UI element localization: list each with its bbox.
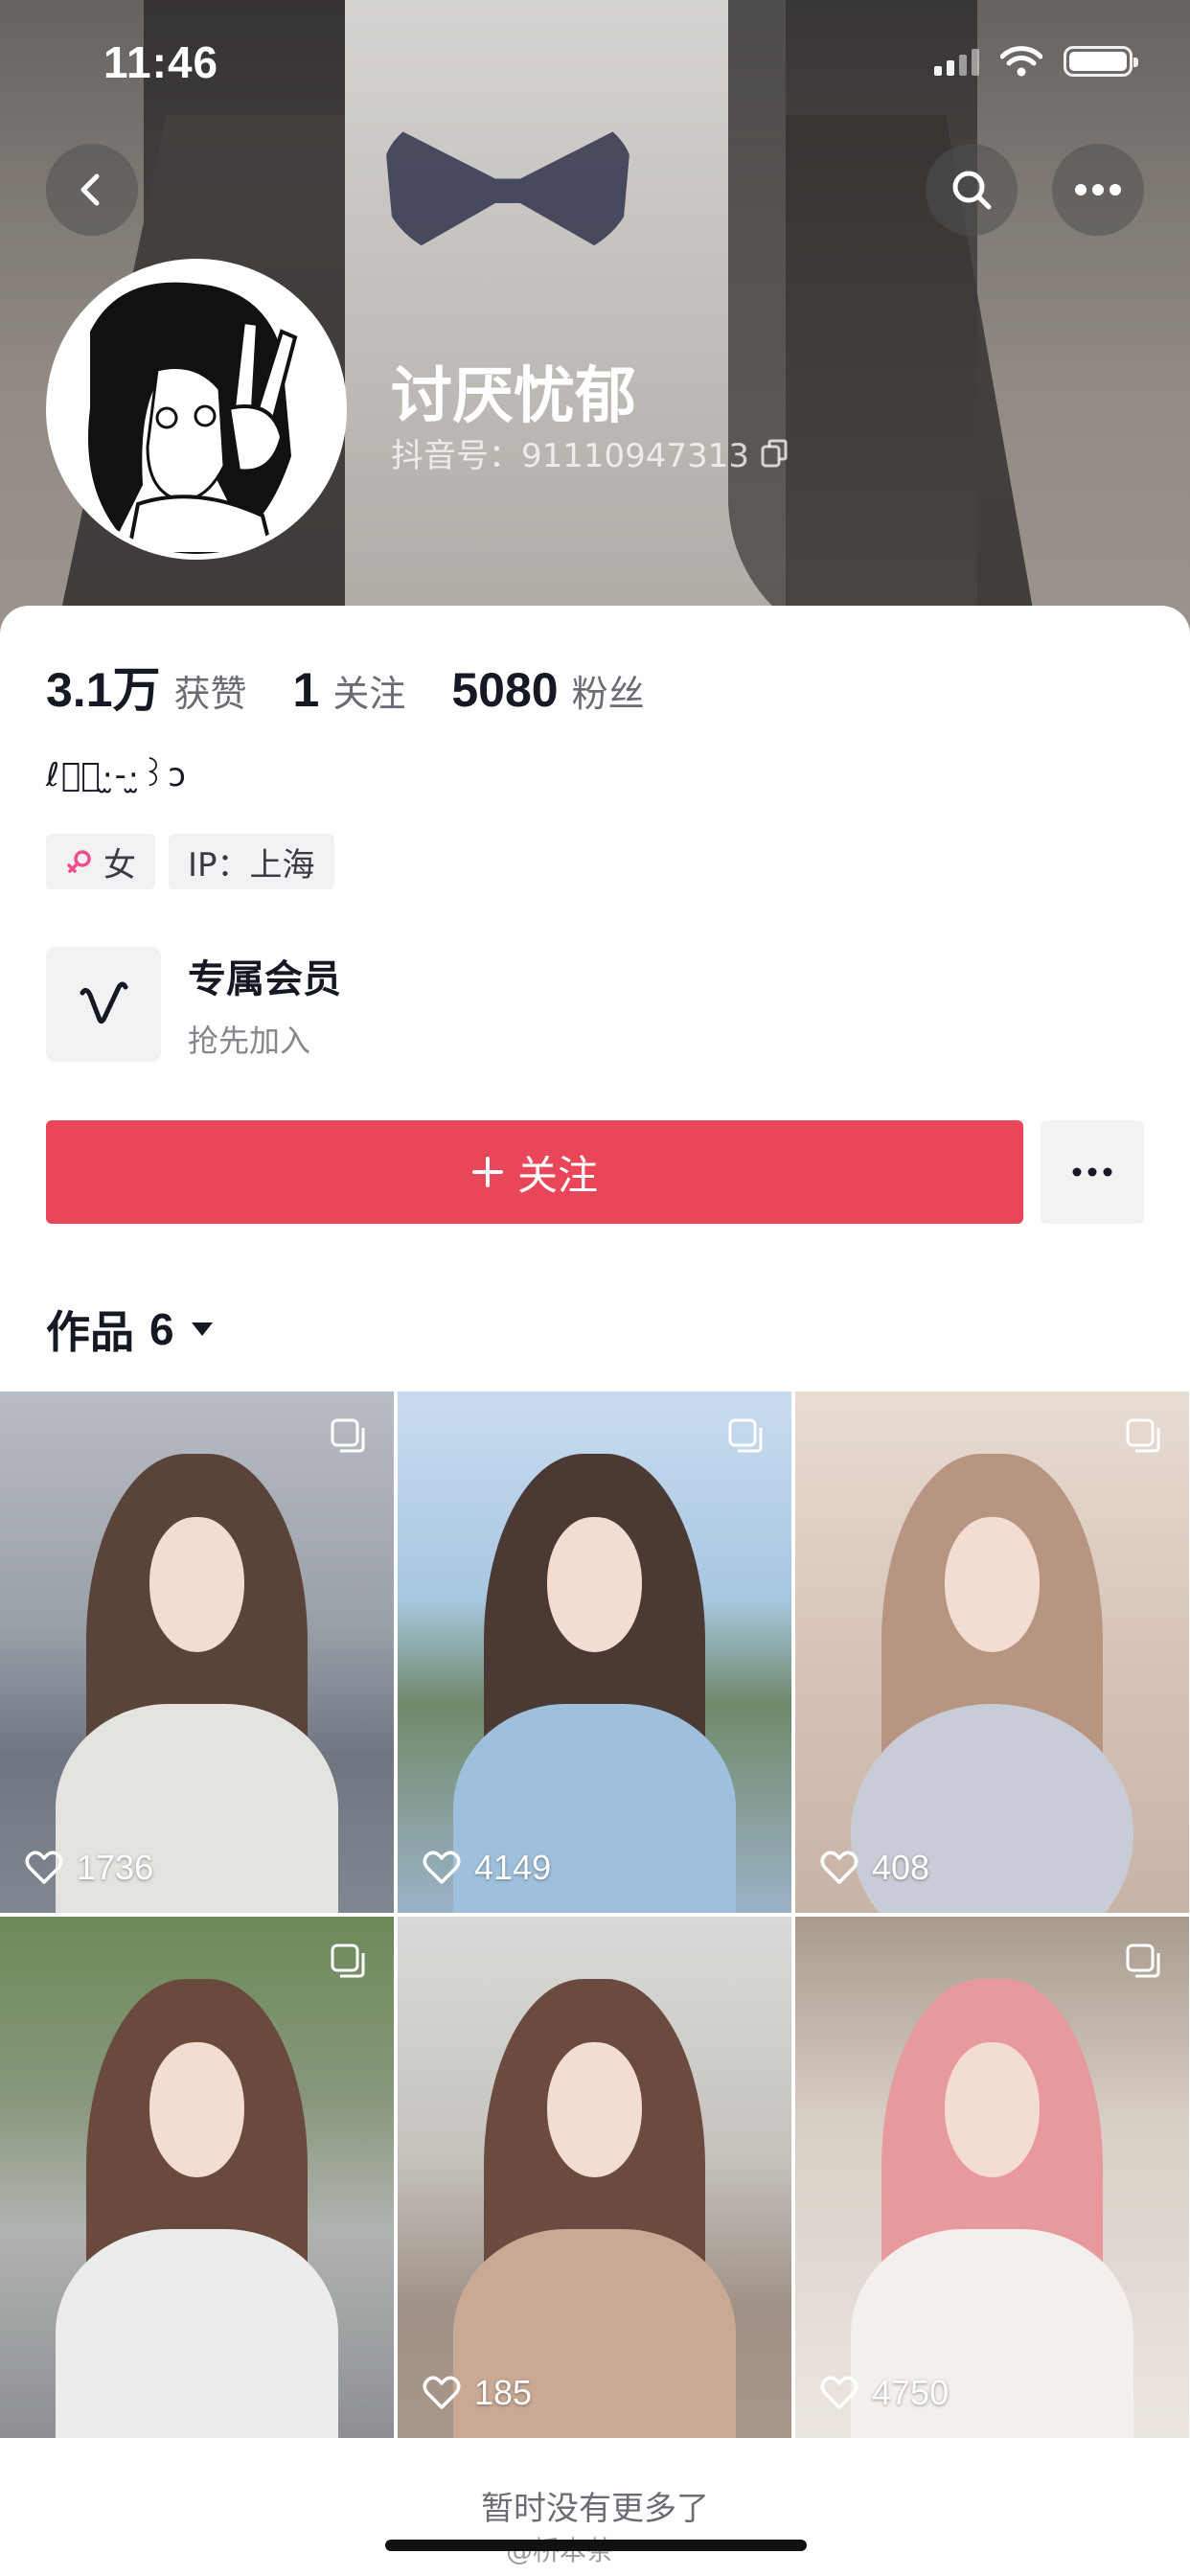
avatar-image [52, 264, 341, 554]
heart-icon [423, 1851, 461, 1884]
multi-image-icon [1126, 1418, 1160, 1453]
signal-icon [934, 47, 979, 76]
chevron-left-icon [80, 173, 100, 206]
back-button[interactable] [46, 144, 138, 236]
work-item[interactable]: 408 [795, 1392, 1189, 1913]
stat-likes[interactable]: 3.1万 获赞 [46, 652, 247, 721]
multi-image-icon [728, 1418, 763, 1453]
stat-followers[interactable]: 5080 粉丝 [451, 662, 644, 718]
douyin-id-text: 抖音号：91110947313 [391, 437, 749, 475]
like-count-value: 408 [872, 1848, 930, 1887]
like-count-value: 4149 [474, 1848, 552, 1887]
follow-label: 关注 [516, 1151, 598, 1199]
wifi-icon [1000, 46, 1042, 77]
works-grid: 1736 4149 408 185 4750 [0, 1392, 1190, 2438]
like-count-value: 185 [474, 2373, 533, 2412]
gender-tag: 女 [46, 834, 155, 889]
tab-works[interactable]: 作品 6 [46, 1298, 215, 1361]
status-icons [934, 46, 1138, 77]
follow-button[interactable]: 关注 [46, 1120, 1023, 1224]
membership-icon [46, 947, 161, 1062]
like-count-value: 4750 [872, 2373, 950, 2412]
battery-icon [1064, 46, 1138, 77]
membership-title: 专属会员 [188, 957, 341, 1001]
more-actions-button[interactable] [1041, 1120, 1144, 1224]
douyin-id[interactable]: 抖音号：91110947313 [391, 429, 788, 476]
multi-image-icon [331, 1944, 365, 1978]
more-horizontal-icon [1075, 184, 1121, 196]
status-time: 11:46 [103, 37, 219, 87]
female-icon [67, 850, 91, 873]
like-count-value: 1736 [77, 1848, 154, 1887]
search-icon [952, 171, 992, 210]
multi-image-icon [331, 1418, 365, 1453]
more-horizontal-icon [1072, 1167, 1112, 1177]
like-count: 1736 [25, 1848, 153, 1888]
work-item[interactable]: 1736 [0, 1392, 394, 1913]
like-count: 408 [820, 1848, 929, 1888]
ip-location-tag: IP：上海 [169, 834, 334, 889]
membership-subtitle: 抢先加入 [188, 1023, 311, 1059]
works-tab-label: 作品 [46, 1306, 134, 1358]
heart-icon [820, 2376, 858, 2409]
work-item[interactable]: 4750 [795, 1917, 1189, 2438]
profile-tags: 女 IP：上海 [46, 834, 334, 889]
ip-location-label: IP：上海 [188, 845, 315, 885]
stat-label: 获赞 [173, 673, 247, 715]
stat-value: 1 [292, 663, 320, 717]
like-count: 4149 [423, 1848, 551, 1888]
heart-icon [25, 1851, 63, 1884]
membership-entry[interactable]: 专属会员 抢先加入 [46, 947, 341, 1062]
heart-icon [820, 1851, 858, 1884]
caret-down-icon [191, 1322, 213, 1336]
stat-label: 粉丝 [571, 673, 645, 715]
profile-name: 讨厌忧郁 [391, 361, 636, 432]
work-item[interactable]: 4149 [398, 1392, 791, 1913]
multi-image-icon [1126, 1944, 1160, 1978]
profile-bio: ℓ꒰ͬ·̫-·̫꒱ɔ [46, 756, 188, 794]
stats-row: 3.1万 获赞 1 关注 5080 粉丝 [46, 652, 691, 721]
like-count: 4750 [820, 2373, 949, 2413]
home-indicator[interactable] [385, 2540, 807, 2551]
work-item[interactable] [0, 1917, 394, 2438]
like-count: 185 [423, 2373, 532, 2413]
works-count: 6 [149, 1304, 174, 1354]
search-button[interactable] [926, 144, 1018, 236]
stat-label: 关注 [332, 673, 406, 715]
copy-icon[interactable] [761, 439, 788, 468]
stat-value: 3.1万 [46, 663, 161, 717]
stat-following[interactable]: 1 关注 [293, 662, 406, 718]
heart-icon [423, 2376, 461, 2409]
plus-icon [471, 1157, 503, 1187]
gender-label: 女 [103, 845, 136, 885]
more-options-button[interactable] [1052, 144, 1144, 236]
end-of-list-note: 暂时没有更多了 [481, 2490, 709, 2528]
v-logo-icon [80, 981, 128, 1024]
stat-value: 5080 [451, 663, 559, 717]
work-item[interactable]: 185 [398, 1917, 791, 2438]
avatar[interactable] [46, 259, 347, 560]
